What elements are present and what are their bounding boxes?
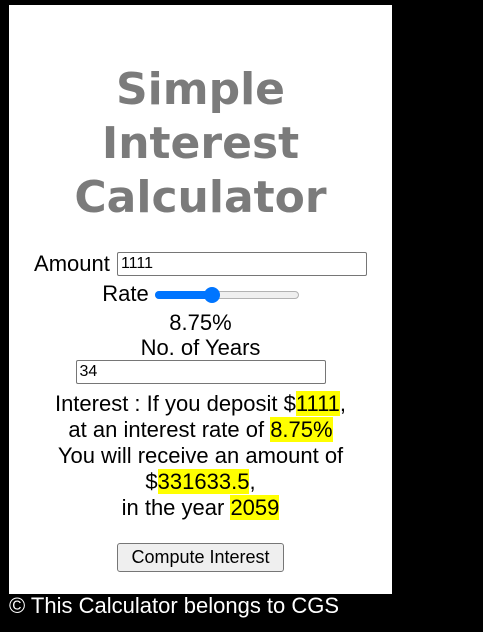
rate-slider-thumb[interactable] <box>204 287 221 304</box>
rate-value: 8.75% <box>169 310 232 335</box>
deposit-value: 1111 <box>295 391 340 416</box>
years-input[interactable] <box>75 360 326 385</box>
footer-copyright: © This Calculator belongs to CGS <box>9 593 340 618</box>
title-line-1: Simple <box>115 64 286 115</box>
amount-result-value: 331633.5 <box>157 469 250 494</box>
amount-input[interactable] <box>116 252 367 277</box>
result-line-rate: at an interest rate of 8.75% <box>9 417 392 443</box>
deposit-suffix: , <box>339 391 347 416</box>
result-prefix: Interest : If you deposit $ <box>54 391 296 416</box>
page-title: Simple Interest Calculator <box>9 63 392 225</box>
compute-interest-button[interactable]: Compute Interest <box>117 543 284 572</box>
rate-result-value: 8.75% <box>270 417 333 442</box>
rate-row: Rate <box>9 281 392 307</box>
years-row <box>9 358 392 385</box>
amount-row: Amount <box>9 250 392 277</box>
result-line-year: in the year 2059 <box>9 495 392 521</box>
title-line-2: Interest <box>101 118 300 169</box>
year-result-value: 2059 <box>230 495 280 520</box>
year-prefix: in the year <box>121 495 231 520</box>
rate-label: Rate <box>102 281 149 306</box>
calculator-card: Simple Interest Calculator Amount Rate 8… <box>9 5 392 594</box>
result-line-deposit: Interest : If you deposit $1111, <box>9 391 392 417</box>
amount-suffix: , <box>249 469 256 494</box>
rate-slider[interactable] <box>154 286 299 304</box>
amount-label: Amount <box>34 251 110 277</box>
interest-result: Interest : If you deposit $1111, at an i… <box>9 391 392 521</box>
result-line-amount: $331633.5, <box>9 469 392 495</box>
title-line-3: Calculator <box>74 172 327 223</box>
rate-prefix: at an interest rate of <box>68 417 271 442</box>
amount-prefix: $ <box>145 469 158 494</box>
result-line-receive: You will receive an amount of <box>57 443 344 468</box>
